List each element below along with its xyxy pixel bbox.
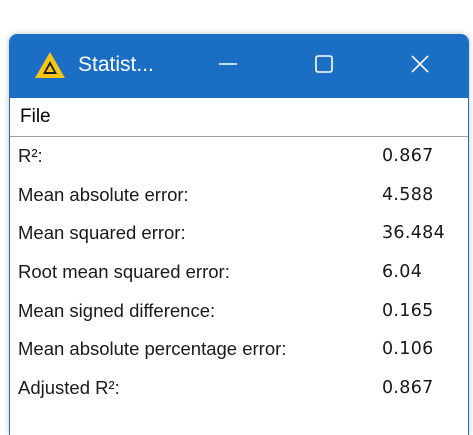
stat-row-mean-absolute-error: Mean absolute error: 4.588: [10, 176, 468, 215]
stat-value: 0.165: [382, 300, 434, 321]
stat-label: Root mean squared error:: [18, 261, 230, 283]
desktop-background: Statist... File R²: 0.867 Mean absolute …: [0, 0, 473, 435]
stat-label: Mean absolute error:: [18, 183, 189, 205]
stat-label: Mean signed difference:: [18, 299, 216, 321]
window-title: Statist...: [78, 53, 154, 76]
statistics-table: R²: 0.867 Mean absolute error: 4.588 Mea…: [10, 137, 468, 408]
menu-bar: File: [10, 98, 468, 137]
maximize-icon: [313, 53, 335, 80]
stat-label: Mean squared error:: [18, 222, 186, 244]
knime-triangle-icon: [34, 51, 66, 79]
statistics-window: Statist... File R²: 0.867 Mean absolute …: [9, 34, 469, 435]
stat-value: 36.484: [382, 223, 446, 244]
stat-value: 0.106: [382, 339, 434, 360]
stat-row-adjusted-r-squared: Adjusted R²: 0.867: [10, 369, 468, 408]
minimize-button[interactable]: [200, 34, 256, 98]
stat-label: Adjusted R²:: [18, 376, 120, 398]
stat-label: R²:: [18, 145, 43, 167]
close-button[interactable]: [392, 34, 448, 98]
stat-value: 0.867: [382, 146, 434, 167]
stat-value: 6.04: [382, 262, 423, 283]
stat-row-root-mean-squared-error: Root mean squared error: 6.04: [10, 253, 468, 292]
stat-row-mean-signed-difference: Mean signed difference: 0.165: [10, 291, 468, 330]
stat-row-mean-absolute-percentage-error: Mean absolute percentage error: 0.106: [10, 330, 468, 369]
stat-row-r-squared: R²: 0.867: [10, 137, 468, 176]
maximize-button[interactable]: [296, 34, 352, 98]
stat-row-mean-squared-error: Mean squared error: 36.484: [10, 214, 468, 253]
minimize-icon: [217, 53, 239, 80]
close-icon: [409, 53, 431, 80]
title-bar[interactable]: Statist...: [10, 34, 468, 98]
menu-item-file[interactable]: File: [16, 104, 55, 130]
stat-label: Mean absolute percentage error:: [18, 338, 287, 360]
stat-value: 4.588: [382, 184, 434, 205]
stat-value: 0.867: [382, 377, 434, 398]
